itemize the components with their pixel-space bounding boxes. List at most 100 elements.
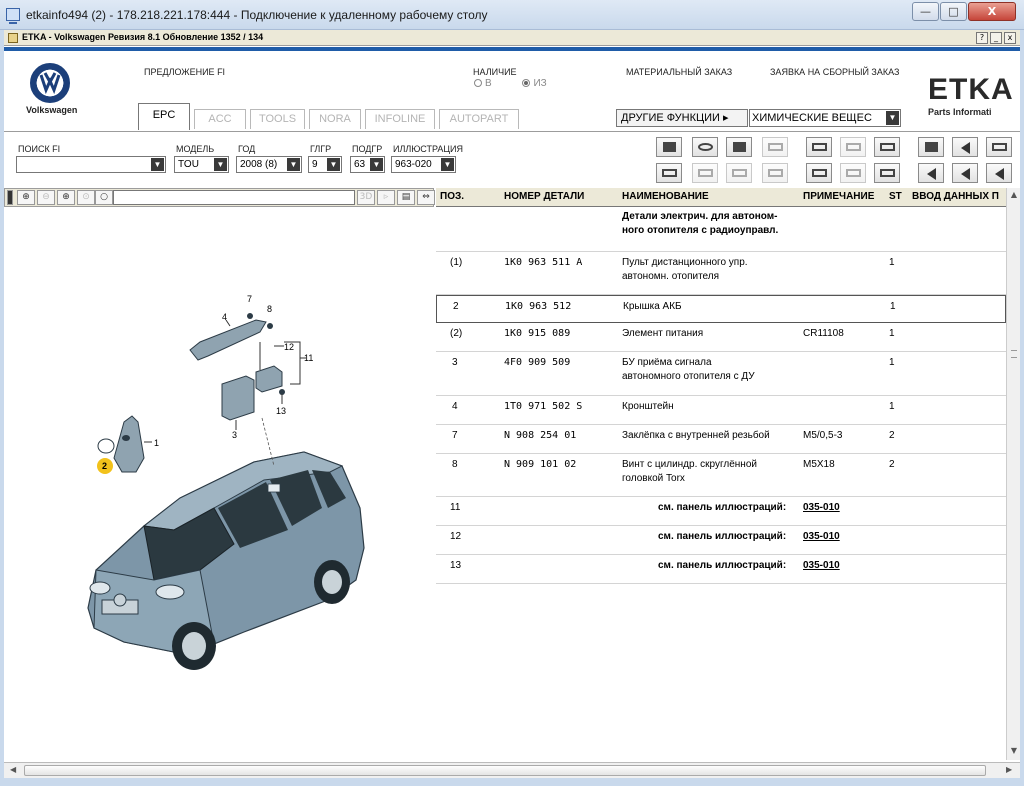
other-functions-label[interactable]: ДРУГИЕ ФУНКЦИИ ▸ xyxy=(616,109,748,127)
tab-nora[interactable]: NORA xyxy=(309,109,361,129)
expand-button[interactable]: ⇔ xyxy=(417,190,435,205)
rdp-title-bar[interactable]: etkainfo494 (2) - 178.218.221.178:444 - … xyxy=(0,0,1024,30)
table-row[interactable]: (2) 1K0 915 089 Элемент питания CR11108 … xyxy=(436,323,1006,352)
table-row[interactable]: 8 N 909 101 02 Винт с цилиндр. скруглённ… xyxy=(436,454,1006,497)
layout-button[interactable]: ▤ xyxy=(397,190,415,205)
chevron-down-icon[interactable]: ▼ xyxy=(886,111,899,125)
column-pos[interactable]: ПОЗ. xyxy=(440,191,464,202)
zoom-out-button[interactable]: ⊖ xyxy=(37,190,55,205)
back-button[interactable] xyxy=(952,137,978,157)
illustration-link[interactable]: 035-010 xyxy=(803,501,840,515)
table-row[interactable]: 7 N 908 254 01 Заклёпка с внутренней рез… xyxy=(436,425,1006,454)
table-row[interactable]: 13 см. панель иллюстраций: 035-010 xyxy=(436,555,1006,584)
chevron-down-icon[interactable]: ▼ xyxy=(370,158,383,171)
callout-7[interactable]: 7 xyxy=(247,294,252,304)
list-button[interactable] xyxy=(656,163,682,183)
chevron-down-icon[interactable]: ▼ xyxy=(441,158,454,171)
tab-autopart[interactable]: AUTOPART xyxy=(439,109,519,129)
maximize-button[interactable]: □ xyxy=(940,2,967,21)
radio-in[interactable]: В xyxy=(474,78,492,89)
year-select[interactable]: 2008 (8) ▼ xyxy=(236,156,302,173)
other-functions-select[interactable]: ХИМИЧЕСКИЕ ВЕЩЕС ▼ xyxy=(749,109,901,127)
radio-from[interactable]: ИЗ xyxy=(522,78,547,89)
table-row[interactable]: 4 1T0 971 502 S Кронштейн 1 xyxy=(436,396,1006,425)
search-fi-select[interactable]: ▼ xyxy=(16,156,166,173)
callout-3[interactable]: 3 xyxy=(232,430,237,440)
help-button[interactable]: ? xyxy=(976,32,988,44)
prev-button[interactable] xyxy=(952,163,978,183)
column-st[interactable]: ST xyxy=(889,191,902,202)
document-button[interactable] xyxy=(986,137,1012,157)
stamp-button[interactable] xyxy=(840,163,866,183)
table-row-selected[interactable]: 2 1K0 963 512 Крышка АКБ 1 xyxy=(436,295,1006,323)
table-row[interactable]: 3 4F0 909 509 БУ приёма сигнала автономн… xyxy=(436,352,1006,396)
close-button[interactable]: X xyxy=(968,2,1016,21)
callout-11[interactable]: 11 xyxy=(304,353,313,363)
first-button[interactable] xyxy=(918,163,944,183)
column-part-no[interactable]: НОМЕР ДЕТАЛИ xyxy=(504,191,584,202)
assembly-order-label[interactable]: ЗАЯВКА НА СБОРНЫЙ ЗАКАЗ xyxy=(770,67,899,77)
etka-minimize-button[interactable]: _ xyxy=(990,32,1002,44)
zoom-fit-button[interactable]: ⊕ xyxy=(57,190,75,205)
chevron-down-icon[interactable]: ▼ xyxy=(214,158,227,171)
callout-4[interactable]: 4 xyxy=(222,312,227,322)
dbms-button[interactable] xyxy=(840,137,866,157)
vehicle-button[interactable] xyxy=(726,163,752,183)
scroll-left-icon[interactable]: ◀ xyxy=(10,765,16,774)
search-icon[interactable]: ○ xyxy=(95,190,113,205)
table-row[interactable]: 11 см. панель иллюстраций: 035-010 xyxy=(436,497,1006,526)
tab-tools[interactable]: TOOLS xyxy=(250,109,305,129)
rewind-button[interactable] xyxy=(986,163,1012,183)
3d-button[interactable]: 3D xyxy=(357,190,375,205)
vertical-scrollbar[interactable]: ▲ ▼ xyxy=(1006,188,1020,760)
tab-acc[interactable]: ACC xyxy=(194,109,246,129)
main-group-select[interactable]: 9 ▼ xyxy=(308,156,342,173)
chevron-down-icon[interactable]: ▼ xyxy=(327,158,340,171)
panel-handle[interactable] xyxy=(7,190,13,205)
zoom-in-button[interactable]: ⊕ xyxy=(17,190,35,205)
elsa-button[interactable] xyxy=(806,137,832,157)
scroll-down-icon[interactable]: ▼ xyxy=(1009,746,1019,756)
export-button[interactable]: ▹ xyxy=(377,190,395,205)
scroll-thumb[interactable] xyxy=(24,765,986,776)
scroll-right-icon[interactable]: ▶ xyxy=(1006,765,1012,774)
illustration-select[interactable]: 963-020 ▼ xyxy=(391,156,456,173)
callout-8[interactable]: 8 xyxy=(267,304,272,314)
illustration-panel[interactable]: 1 2 3 4 7 8 11 12 13 xyxy=(4,208,434,760)
callout-13[interactable]: 13 xyxy=(276,406,286,416)
disk-button[interactable] xyxy=(692,137,718,157)
etka-close-button[interactable]: x xyxy=(1004,32,1016,44)
zoom-area-button[interactable]: ⊙ xyxy=(77,190,95,205)
illustration-link[interactable]: 035-010 xyxy=(803,530,840,544)
illustration-link[interactable]: 035-010 xyxy=(803,559,840,573)
play-button[interactable] xyxy=(762,163,788,183)
table-row[interactable]: (1) 1K0 963 511 A Пульт дистанционного у… xyxy=(436,252,1006,295)
sub-group-select[interactable]: 63 ▼ xyxy=(350,156,385,173)
callout-1[interactable]: 1 xyxy=(154,438,159,448)
tab-infoline[interactable]: INFOLINE xyxy=(365,109,435,129)
table-row[interactable]: 12 см. панель иллюстраций: 035-010 xyxy=(436,526,1006,555)
callout-12[interactable]: 12 xyxy=(284,342,294,352)
tab-epc[interactable]: EPC xyxy=(138,103,190,130)
key-button[interactable] xyxy=(692,163,718,183)
help-search-button[interactable] xyxy=(762,137,788,157)
scroll-up-icon[interactable]: ▲ xyxy=(1009,190,1019,200)
model-select[interactable]: TOU ▼ xyxy=(174,156,229,173)
material-order-label[interactable]: МАТЕРИАЛЬНЫЙ ЗАКАЗ xyxy=(626,67,732,77)
minimize-button[interactable]: — xyxy=(912,2,939,21)
scroll-grip[interactable] xyxy=(1011,350,1017,358)
chevron-down-icon[interactable]: ▼ xyxy=(287,158,300,171)
chevron-down-icon[interactable]: ▼ xyxy=(151,158,164,171)
column-note[interactable]: ПРИМЕЧАНИЕ xyxy=(803,191,874,202)
column-name[interactable]: НАИМЕНОВАНИЕ xyxy=(622,191,709,202)
column-input[interactable]: ВВОД ДАННЫХ П xyxy=(912,191,999,202)
compare-button[interactable] xyxy=(806,163,832,183)
print-button[interactable] xyxy=(656,137,682,157)
basket-button[interactable] xyxy=(874,163,900,183)
illustration-search-input[interactable] xyxy=(113,190,355,205)
callout-2[interactable]: 2 xyxy=(102,461,107,471)
cart-button[interactable] xyxy=(874,137,900,157)
horizontal-scrollbar[interactable]: ◀ ▶ xyxy=(4,762,1020,778)
pin-button[interactable] xyxy=(918,137,944,157)
tools-button[interactable] xyxy=(726,137,752,157)
